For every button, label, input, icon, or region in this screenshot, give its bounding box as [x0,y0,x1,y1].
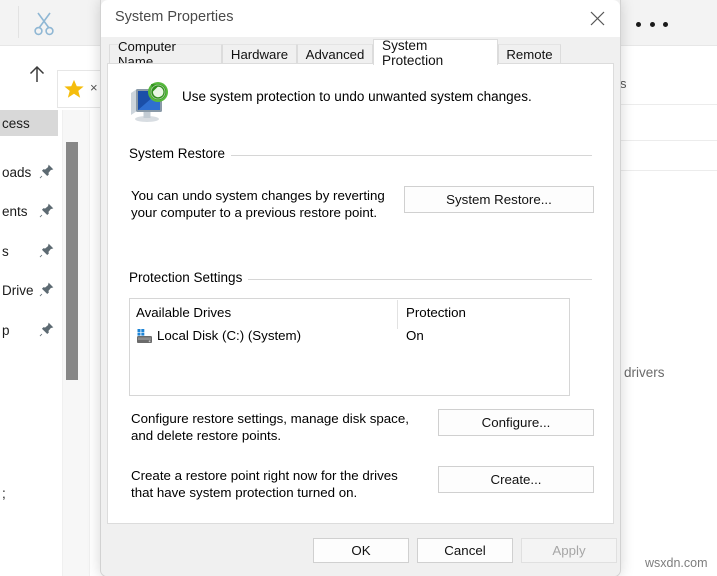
favorites-star-icon[interactable] [63,78,85,100]
overflow-menu-icon[interactable] [636,18,668,30]
sidebar-item-label: p [2,322,10,338]
system-protection-icon [127,80,171,124]
system-properties-dialog: System Properties Computer Name Hardware… [100,0,621,576]
sidebar-item-desktop[interactable]: p [0,317,58,343]
screenshot-root: × s drivers cess oads ents s Drive p ; S… [0,0,717,576]
sidebar-item-label: s [2,243,9,259]
sidebar-item-downloads[interactable]: oads [0,159,58,185]
dialog-tabstrip: Computer Name Hardware Advanced System P… [101,37,620,69]
drives-column-header-protection: Protection [406,305,466,320]
protection-settings-group-label: Protection Settings [129,270,249,285]
pin-icon[interactable] [39,243,54,258]
explorer-text-fragment-drivers: drivers [624,365,665,380]
dialog-titlebar[interactable]: System Properties [101,0,620,37]
dialog-title: System Properties [115,9,234,25]
system-protection-panel: Use system protection to undo unwanted s… [107,63,614,524]
tab-computer-name[interactable]: Computer Name [109,39,222,69]
explorer-scrollbar-thumb[interactable] [66,142,78,380]
pin-icon[interactable] [39,164,54,179]
explorer-sidebar: cess oads ents s Drive p ; [0,110,62,576]
sidebar-item-label: oads [2,164,32,180]
scissors-icon[interactable] [30,9,58,37]
drive-row-protection: On [406,328,424,343]
system-restore-description-line2: your computer to a previous restore poin… [131,205,378,220]
pin-icon[interactable] [39,203,54,218]
sidebar-item-quick-access[interactable]: cess [0,110,58,136]
configure-description: Configure restore settings, manage disk … [131,410,431,444]
sidebar-item-onedrive[interactable]: Drive [0,277,58,303]
hard-disk-icon [136,328,154,346]
pin-icon[interactable] [39,282,54,297]
sidebar-item-pictures[interactable]: s [0,238,58,264]
create-button[interactable]: Create... [438,466,594,493]
tab-remote[interactable]: Remote [498,44,561,63]
ok-button[interactable]: OK [313,538,409,563]
system-restore-description-line1: You can undo system changes by reverting [131,188,385,203]
cancel-button[interactable]: Cancel [417,538,513,563]
drive-row-name[interactable]: Local Disk (C:) (System) [157,328,301,343]
tab-system-protection[interactable]: System Protection [373,38,498,68]
drives-column-separator [397,300,398,329]
sidebar-item-label: Drive [2,282,34,298]
dialog-button-bar: OK Cancel Apply [101,524,620,576]
system-restore-description: You can undo system changes by reverting… [131,187,411,221]
system-protection-header-text: Use system protection to undo unwanted s… [182,89,532,104]
drives-column-header-name: Available Drives [136,305,232,320]
available-drives-list[interactable]: Available Drives Protection Local Disk (… [129,298,570,396]
tab-advanced[interactable]: Advanced [297,44,373,63]
watermark: wsxdn.com [645,556,708,570]
ribbon-divider [18,6,19,38]
sidebar-item-label: ents [2,203,28,219]
sidebar-extra-fragment: ; [2,486,6,501]
create-description: Create a restore point right now for the… [131,467,431,501]
pin-icon[interactable] [39,322,54,337]
system-restore-group-label: System Restore [129,146,232,161]
sidebar-item-documents[interactable]: ents [0,198,58,224]
configure-description-line1: Configure restore settings, manage disk … [131,411,409,426]
configure-button[interactable]: Configure... [438,409,594,436]
close-icon[interactable] [575,0,620,37]
system-restore-button[interactable]: System Restore... [404,186,594,213]
create-description-line1: Create a restore point right now for the… [131,468,398,483]
up-arrow-icon[interactable] [23,60,51,88]
apply-button: Apply [521,538,617,563]
tab-hardware[interactable]: Hardware [222,44,297,63]
create-description-line2: that have system protection turned on. [131,485,358,500]
sidebar-item-label: cess [2,115,30,131]
configure-description-line2: and delete restore points. [131,428,282,443]
favorites-close-icon[interactable]: × [90,80,98,95]
